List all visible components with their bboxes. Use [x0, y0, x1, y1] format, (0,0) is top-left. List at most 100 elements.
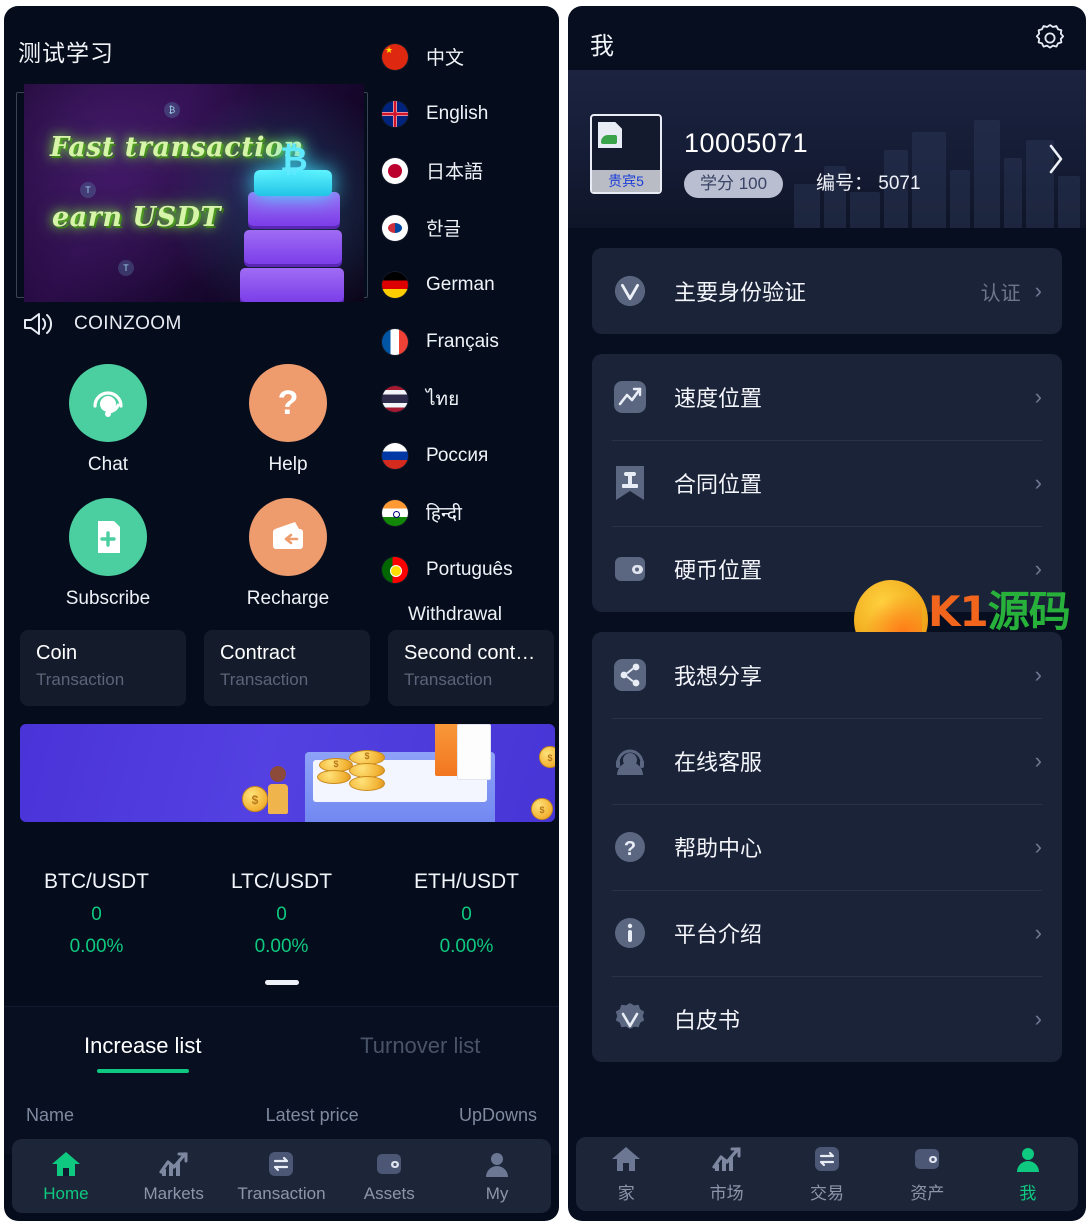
- ticker-name: LTC/USDT: [230, 870, 333, 893]
- menu-item-share[interactable]: 我想分享 ›: [592, 632, 1062, 718]
- withdrawal-label[interactable]: Withdrawal: [408, 604, 557, 626]
- chevron-right-icon: ›: [1034, 834, 1042, 859]
- gear-icon[interactable]: [1034, 22, 1066, 54]
- market-list-tabs: Increase list Turnover list: [4, 1007, 559, 1059]
- quick-action-label: Help: [268, 454, 308, 475]
- language-item-pt[interactable]: Português: [382, 541, 557, 598]
- menu-item-identity-verification[interactable]: 主要身份验证 认证 ›: [592, 248, 1062, 334]
- ticker-ltc[interactable]: LTC/USDT 0 0.00%: [189, 870, 374, 958]
- quick-action-help[interactable]: ? Help: [228, 364, 348, 476]
- carousel-indicator[interactable]: [264, 980, 299, 985]
- hero-line-2: earn USDT: [52, 202, 221, 233]
- tab-turnover-list[interactable]: Turnover list: [282, 1033, 560, 1059]
- announcement-row[interactable]: COINZOOM: [22, 311, 182, 337]
- bottom-nav-left: Home Markets Transaction Assets My: [12, 1139, 551, 1213]
- ticker-price: 0: [91, 904, 102, 925]
- quick-action-subscribe[interactable]: Subscribe: [48, 498, 168, 610]
- wallet-icon: [612, 551, 648, 587]
- svg-text:?: ?: [624, 838, 636, 860]
- nav-item-my[interactable]: 我: [978, 1144, 1078, 1204]
- flag-uk-icon: [382, 100, 408, 127]
- menu-item-label: 白皮书: [674, 1008, 741, 1033]
- language-item-fr[interactable]: Français: [382, 313, 557, 370]
- menu-item-platform-intro[interactable]: 平台介绍 ›: [592, 890, 1062, 976]
- person-icon: [978, 1144, 1078, 1174]
- nav-item-home[interactable]: Home: [12, 1149, 120, 1204]
- promo-banner[interactable]: $ $ $ $ $: [20, 724, 555, 822]
- menu-item-label: 速度位置: [674, 386, 763, 411]
- menu-item-contract-position[interactable]: 合同位置 ›: [592, 440, 1062, 526]
- language-item-ru[interactable]: Россия: [382, 427, 557, 484]
- flag-th-icon: [382, 385, 408, 412]
- nav-item-markets[interactable]: 市场: [676, 1144, 776, 1204]
- person-icon: [443, 1149, 551, 1179]
- language-item-ja[interactable]: 日本語: [382, 142, 557, 199]
- nav-item-transaction[interactable]: 交易: [777, 1144, 877, 1204]
- avatar[interactable]: 贵宾5: [590, 114, 662, 194]
- promo-coin: $: [539, 746, 555, 768]
- nav-item-my[interactable]: My: [443, 1149, 551, 1204]
- chevron-right-icon: ›: [1034, 278, 1042, 303]
- profile-card[interactable]: 贵宾5 10005071 学分 100 编号： 5071: [568, 70, 1086, 228]
- flag-jp-icon: [382, 157, 408, 184]
- language-label: 中文: [426, 48, 465, 69]
- menu-item-help-center[interactable]: ? 帮助中心 ›: [592, 804, 1062, 890]
- menu-group-positions: 速度位置 › 合同位置 › 硬币位置 ›: [592, 354, 1062, 612]
- question-mark-icon: ?: [249, 364, 327, 442]
- language-item-de[interactable]: German: [382, 256, 557, 313]
- chart-up-icon: [676, 1144, 776, 1174]
- market-list-section: Increase list Turnover list Name Latest …: [4, 1006, 559, 1154]
- user-number: 编号： 5071: [816, 173, 921, 194]
- nav-label: 市场: [709, 1184, 744, 1203]
- quick-action-chat[interactable]: Chat: [48, 364, 168, 476]
- nav-item-assets[interactable]: Assets: [335, 1149, 443, 1204]
- menu-item-coin-position[interactable]: 硬币位置 ›: [592, 526, 1062, 612]
- hero-token-dot: ₿: [164, 102, 180, 118]
- language-item-hi[interactable]: हिन्दी: [382, 484, 557, 541]
- language-item-en[interactable]: English: [382, 85, 557, 142]
- info-circle-icon: [612, 915, 648, 951]
- tab-label: Increase list: [84, 1033, 202, 1058]
- language-item-cn[interactable]: 中文: [382, 28, 557, 85]
- transaction-card-coin[interactable]: Coin Transaction: [20, 630, 186, 706]
- nav-label: 我: [1019, 1184, 1037, 1203]
- chevron-right-icon[interactable]: [1046, 142, 1066, 176]
- nav-label: Transaction: [237, 1183, 326, 1203]
- user-id: 10005071: [684, 128, 809, 158]
- city-skyline-decoration: [786, 98, 1086, 228]
- hero-banner[interactable]: ₿ T T Fast transaction earn USDT ₿: [24, 84, 364, 302]
- announcement-label: COINZOOM: [74, 313, 182, 334]
- nav-item-transaction[interactable]: Transaction: [228, 1149, 336, 1204]
- menu-item-label: 硬币位置: [674, 558, 763, 583]
- ticker-eth[interactable]: ETH/USDT 0 0.00%: [374, 870, 559, 958]
- flag-cn-icon: [382, 43, 408, 70]
- page-title: 测试学习: [18, 40, 114, 66]
- menu-item-whitepaper[interactable]: 白皮书 ›: [592, 976, 1062, 1062]
- avatar-alt-text: 贵宾5: [592, 170, 660, 192]
- card-subtitle: Transaction: [220, 670, 309, 689]
- nav-label: Home: [43, 1183, 89, 1203]
- tab-increase-list[interactable]: Increase list: [4, 1033, 282, 1059]
- menu-item-speed-position[interactable]: 速度位置 ›: [592, 354, 1062, 440]
- nav-item-home[interactable]: 家: [576, 1144, 676, 1204]
- nav-item-markets[interactable]: Markets: [120, 1149, 228, 1204]
- ticker-change: 0.00%: [439, 936, 494, 957]
- wallet-icon: [335, 1149, 443, 1179]
- ticker-btc[interactable]: BTC/USDT 0 0.00%: [4, 870, 189, 958]
- menu-item-label: 我想分享: [674, 664, 763, 689]
- flag-in-icon: [382, 499, 408, 526]
- wallet-icon: [877, 1144, 977, 1174]
- language-item-ko[interactable]: 한글: [382, 199, 557, 256]
- quick-action-recharge[interactable]: Recharge: [228, 498, 348, 610]
- language-item-th[interactable]: ไทย: [382, 370, 557, 427]
- menu-item-online-service[interactable]: 在线客服 ›: [592, 718, 1062, 804]
- menu-group-misc: 我想分享 › 在线客服 › ? 帮助中心 › 平台介绍 › 白皮书 ›: [592, 632, 1062, 1062]
- language-label: Français: [426, 330, 499, 352]
- nav-item-assets[interactable]: 资产: [877, 1144, 977, 1204]
- transaction-card-second-contract[interactable]: Second cont… Transaction: [388, 630, 554, 706]
- transaction-card-contract[interactable]: Contract Transaction: [204, 630, 370, 706]
- chevron-right-icon: ›: [1034, 920, 1042, 945]
- v-badge-icon: [612, 1001, 648, 1037]
- headset-icon: [612, 743, 648, 779]
- flag-fr-icon: [382, 328, 408, 355]
